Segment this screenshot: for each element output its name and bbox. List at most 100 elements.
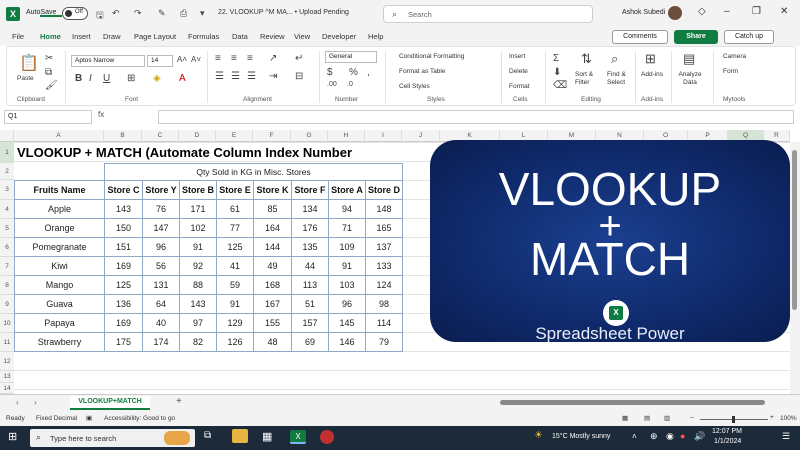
cell[interactable]: 91 — [216, 294, 254, 314]
align-left-icon[interactable]: ☰ — [215, 71, 224, 82]
insert-cells-button[interactable]: Insert — [509, 53, 525, 60]
cell[interactable]: 92 — [179, 256, 217, 276]
zoom-in-icon[interactable]: + — [770, 414, 774, 421]
sort-filter-button[interactable]: Sort & Filter — [575, 71, 605, 87]
cell[interactable]: 98 — [365, 294, 403, 314]
cell[interactable]: 131 — [142, 275, 180, 295]
sheet-tab-active[interactable]: VLOOKUP+MATCH — [70, 396, 150, 410]
italic-icon[interactable]: I — [89, 73, 92, 84]
header-cell[interactable]: Fruits Name — [14, 180, 105, 200]
cell[interactable]: 135 — [291, 237, 329, 257]
cell[interactable]: 143 — [179, 294, 217, 314]
fx-icon[interactable]: fx — [98, 110, 104, 119]
comments-button[interactable]: Comments — [612, 30, 668, 44]
print-icon[interactable]: ⎙ — [180, 8, 187, 19]
format-as-table-button[interactable]: Format as Table — [399, 68, 445, 75]
cell[interactable]: 164 — [253, 218, 292, 238]
align-right-icon[interactable]: ☰ — [247, 71, 256, 82]
cell[interactable]: 97 — [179, 313, 217, 333]
column-header[interactable]: G — [291, 130, 328, 142]
taskbar-search-input[interactable]: ⌕ Type here to search — [30, 429, 195, 447]
normal-view-icon[interactable]: ▦ — [622, 414, 628, 422]
tab-draw[interactable]: Draw — [103, 32, 121, 41]
customize-qat-icon[interactable]: ▾ — [200, 8, 205, 19]
cell[interactable]: 91 — [179, 237, 217, 257]
cell[interactable]: 174 — [142, 332, 180, 352]
add-ins-button[interactable]: Add-ins — [641, 71, 663, 78]
increase-decimal-icon[interactable]: .00 — [327, 81, 337, 88]
cell[interactable]: 59 — [216, 275, 254, 295]
align-center-icon[interactable]: ☰ — [231, 71, 240, 82]
cell[interactable]: 133 — [365, 256, 403, 276]
cell[interactable]: 94 — [328, 199, 366, 219]
select-all-corner[interactable] — [0, 130, 14, 142]
restore-icon[interactable]: ❐ — [752, 6, 761, 17]
delete-cells-button[interactable]: Delete — [509, 68, 528, 75]
cell[interactable]: 56 — [142, 256, 180, 276]
format-painter-icon[interactable]: ✎ — [158, 8, 166, 19]
close-icon[interactable]: ✕ — [780, 6, 788, 17]
cell[interactable]: 61 — [216, 199, 254, 219]
underline-icon[interactable]: U — [103, 73, 110, 84]
clock-time[interactable]: 12:07 PM — [712, 428, 742, 435]
cell[interactable]: 157 — [291, 313, 329, 333]
cell[interactable]: 49 — [253, 256, 292, 276]
header-cell[interactable]: Store E — [216, 180, 254, 200]
tab-review[interactable]: Review — [260, 32, 285, 41]
cell[interactable]: 40 — [142, 313, 180, 333]
cell[interactable]: 41 — [216, 256, 254, 276]
cell[interactable]: 137 — [365, 237, 403, 257]
macro-record-icon[interactable]: ▣ — [86, 414, 92, 422]
tab-file[interactable]: File — [12, 32, 24, 41]
cell[interactable]: 129 — [216, 313, 254, 333]
name-box[interactable]: Q1 — [4, 110, 92, 124]
cell[interactable]: 76 — [142, 199, 180, 219]
cell[interactable]: 69 — [291, 332, 329, 352]
cell[interactable]: Apple — [14, 199, 105, 219]
cell[interactable]: 169 — [104, 313, 143, 333]
column-header[interactable]: J — [402, 130, 440, 142]
tab-insert[interactable]: Insert — [72, 32, 91, 41]
minimize-icon[interactable]: – — [724, 6, 730, 17]
user-name[interactable]: Ashok Subedi — [622, 9, 665, 16]
comma-icon[interactable]: , — [367, 67, 370, 78]
cell-empty[interactable] — [15, 164, 105, 181]
percent-icon[interactable]: % — [349, 67, 358, 78]
sheet-title[interactable]: VLOOKUP + MATCH (Automate Column Index N… — [17, 145, 352, 160]
save-icon[interactable]: 🖫 — [96, 8, 104, 24]
currency-icon[interactable]: $ — [327, 67, 333, 78]
zoom-level[interactable]: 100% — [780, 415, 797, 422]
cell[interactable]: 103 — [328, 275, 366, 295]
zoom-slider-thumb[interactable] — [732, 416, 735, 423]
cell-styles-button[interactable]: Cell Styles — [399, 83, 430, 90]
cell[interactable]: 82 — [179, 332, 217, 352]
recorder-icon[interactable] — [320, 430, 334, 444]
cell[interactable]: 48 — [253, 332, 292, 352]
page-layout-view-icon[interactable]: ▤ — [644, 414, 650, 422]
cell[interactable]: 175 — [104, 332, 143, 352]
column-header[interactable]: E — [216, 130, 253, 142]
autosave-toggle[interactable]: Off — [62, 7, 88, 20]
cell[interactable]: 136 — [104, 294, 143, 314]
calculator-icon[interactable]: ▦ — [262, 430, 272, 443]
file-explorer-icon[interactable] — [232, 429, 248, 443]
column-header[interactable]: A — [14, 130, 104, 142]
cell[interactable]: Strawberry — [14, 332, 105, 352]
cell[interactable]: 79 — [365, 332, 403, 352]
cell[interactable]: 144 — [253, 237, 292, 257]
header-cell[interactable]: Store Y — [142, 180, 180, 200]
row-header[interactable]: 1 — [0, 142, 14, 163]
font-name-select[interactable]: Aptos Narrow — [71, 55, 145, 67]
column-header[interactable]: C — [142, 130, 179, 142]
align-top-icon[interactable]: ≡ — [215, 53, 221, 64]
cell[interactable]: 171 — [179, 199, 217, 219]
undo-icon[interactable]: ↶ — [112, 8, 120, 19]
add-sheet-button[interactable]: + — [176, 396, 182, 407]
cell[interactable]: 165 — [365, 218, 403, 238]
row-header[interactable]: 2 — [0, 163, 14, 180]
cell[interactable]: 126 — [216, 332, 254, 352]
row-header[interactable]: 6 — [0, 238, 14, 257]
clear-icon[interactable]: ⌫ — [553, 80, 567, 91]
cell[interactable]: 71 — [328, 218, 366, 238]
format-painter-ribbon-icon[interactable]: 🖌 — [45, 80, 58, 91]
